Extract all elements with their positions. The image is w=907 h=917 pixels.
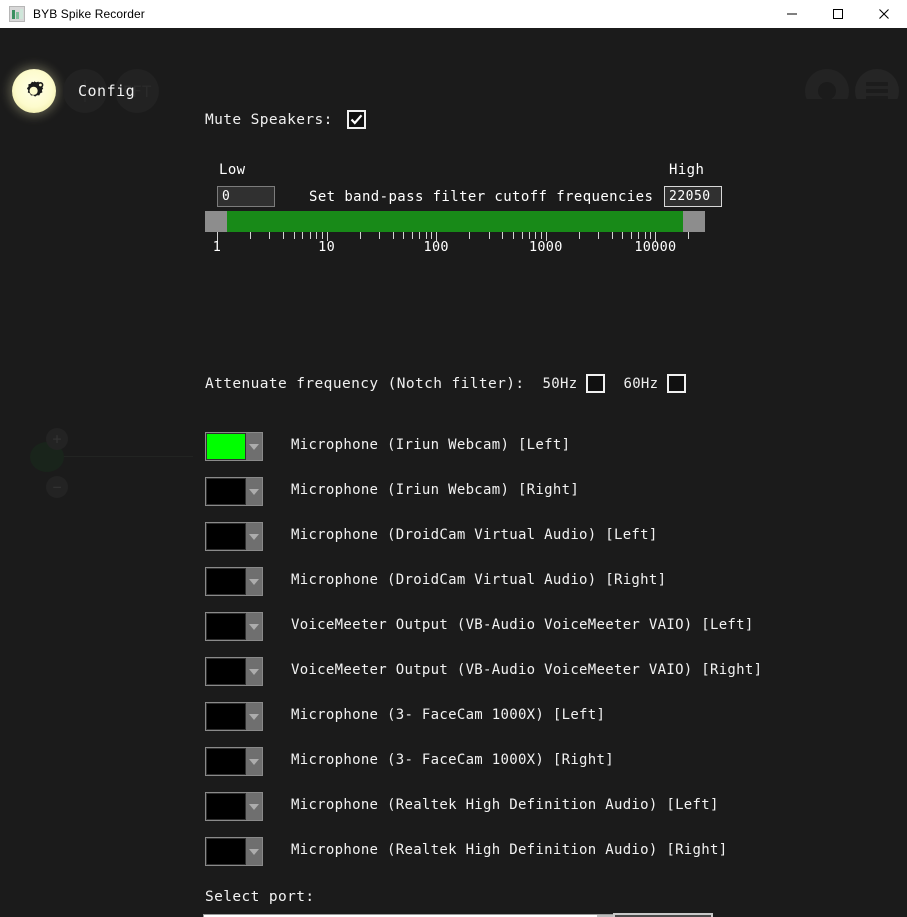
page-title: Config xyxy=(78,82,136,100)
device-color-swatch xyxy=(206,568,246,595)
window-title-bar: BYB Spike Recorder xyxy=(0,0,907,28)
audio-device-row: Microphone (DroidCam Virtual Audio) [Rig… xyxy=(205,564,895,609)
device-color-swatch xyxy=(206,613,246,640)
minimize-icon xyxy=(787,13,797,15)
audio-device-row: Microphone (Iriun Webcam) [Left] xyxy=(205,429,895,474)
high-caption: High xyxy=(669,162,705,178)
audio-device-row: VoiceMeeter Output (VB-Audio VoiceMeeter… xyxy=(205,609,895,654)
device-name-label: VoiceMeeter Output (VB-Audio VoiceMeeter… xyxy=(291,662,763,678)
application-window: BYB Spike Recorder FFT Config + − Mute S… xyxy=(0,0,907,917)
waveform-zoom-controls: + − xyxy=(20,420,290,498)
connect-button[interactable]: Connect xyxy=(613,913,713,917)
slider-handle-low[interactable] xyxy=(205,211,227,232)
device-color-select[interactable] xyxy=(205,702,263,731)
close-button[interactable] xyxy=(861,0,907,28)
chevron-down-icon[interactable] xyxy=(246,523,262,550)
maximize-icon xyxy=(833,9,843,19)
bandpass-slider[interactable] xyxy=(205,211,705,232)
check-icon xyxy=(350,114,363,125)
window-title: BYB Spike Recorder xyxy=(33,7,145,21)
device-name-label: Microphone (3- FaceCam 1000X) [Left] xyxy=(291,707,606,723)
mute-speakers-row: Mute Speakers: xyxy=(205,110,366,129)
slider-tick-label: 10000 xyxy=(634,239,677,255)
device-color-swatch xyxy=(206,433,246,460)
notch-filter-row: Attenuate frequency (Notch filter): 50Hz… xyxy=(205,374,687,393)
slider-tick-label: 1000 xyxy=(528,239,563,255)
slider-tick-label: 10 xyxy=(318,239,336,255)
notch-50hz-label: 50Hz xyxy=(542,375,578,392)
maximize-button[interactable] xyxy=(815,0,861,28)
chevron-down-icon[interactable] xyxy=(246,478,262,505)
device-color-select[interactable] xyxy=(205,567,263,596)
minimize-button[interactable] xyxy=(769,0,815,28)
top-toolbar: FFT Config xyxy=(0,28,907,113)
slider-tick-labels: 1 10 100 1000 10000 xyxy=(205,239,705,257)
device-name-label: VoiceMeeter Output (VB-Audio VoiceMeeter… xyxy=(291,617,754,633)
audio-device-row: Microphone (3- FaceCam 1000X) [Left] xyxy=(205,699,895,744)
mute-speakers-checkbox[interactable] xyxy=(346,110,366,129)
device-color-swatch xyxy=(206,478,246,505)
chevron-down-icon[interactable] xyxy=(246,748,262,775)
app-logo-icon xyxy=(9,6,25,22)
device-color-select[interactable] xyxy=(205,522,263,551)
device-name-label: Microphone (DroidCam Virtual Audio) [Lef… xyxy=(291,527,658,543)
config-button[interactable] xyxy=(12,69,56,113)
slider-handle-high[interactable] xyxy=(683,211,705,232)
notch-50hz-checkbox[interactable] xyxy=(586,374,606,393)
chevron-down-icon[interactable] xyxy=(246,658,262,685)
device-color-swatch xyxy=(206,703,246,730)
chevron-down-icon[interactable] xyxy=(246,613,262,640)
device-color-swatch xyxy=(206,793,246,820)
hamburger-menu-icon xyxy=(866,82,888,86)
low-cutoff-input[interactable]: 0 xyxy=(217,186,275,207)
device-name-label: Microphone (Iriun Webcam) [Left] xyxy=(291,437,571,453)
chevron-down-icon[interactable] xyxy=(246,793,262,820)
notch-60hz-label: 60Hz xyxy=(623,375,659,392)
select-port-label: Select port: xyxy=(205,889,315,905)
chevron-down-icon[interactable] xyxy=(246,703,262,730)
device-color-select[interactable] xyxy=(205,432,263,461)
slider-tick-label: 100 xyxy=(423,239,449,255)
zoom-in-button[interactable]: + xyxy=(46,428,68,450)
high-cutoff-input[interactable]: 22050 xyxy=(664,186,722,207)
audio-device-row: Microphone (Realtek High Definition Audi… xyxy=(205,789,895,834)
device-name-label: Microphone (DroidCam Virtual Audio) [Rig… xyxy=(291,572,667,588)
device-color-select[interactable] xyxy=(205,477,263,506)
device-name-label: Microphone (Iriun Webcam) [Right] xyxy=(291,482,580,498)
device-color-select[interactable] xyxy=(205,612,263,641)
slider-tick-label: 1 xyxy=(212,239,222,255)
chevron-down-icon[interactable] xyxy=(246,838,262,865)
device-color-swatch xyxy=(206,838,246,865)
record-icon xyxy=(818,82,836,100)
close-icon xyxy=(879,9,889,19)
device-color-select[interactable] xyxy=(205,747,263,776)
audio-device-row: Microphone (DroidCam Virtual Audio) [Lef… xyxy=(205,519,895,564)
low-caption: Low xyxy=(219,162,246,178)
window-controls xyxy=(769,0,907,28)
audio-device-row: Microphone (Iriun Webcam) [Right] xyxy=(205,474,895,519)
chevron-down-icon[interactable] xyxy=(246,568,262,595)
audio-device-row: Microphone (3- FaceCam 1000X) [Right] xyxy=(205,744,895,789)
device-name-label: Microphone (3- FaceCam 1000X) [Right] xyxy=(291,752,614,768)
slider-fill xyxy=(227,211,683,232)
device-name-label: Microphone (Realtek High Definition Audi… xyxy=(291,842,728,858)
mute-speakers-label: Mute Speakers: xyxy=(205,111,333,128)
device-color-select[interactable] xyxy=(205,792,263,821)
device-color-select[interactable] xyxy=(205,657,263,686)
audio-device-row: Microphone (Realtek High Definition Audi… xyxy=(205,834,895,879)
zoom-out-button[interactable]: − xyxy=(46,476,68,498)
device-color-swatch xyxy=(206,748,246,775)
chevron-down-icon[interactable] xyxy=(246,433,262,460)
gear-icon xyxy=(26,81,44,97)
notch-filter-label: Attenuate frequency (Notch filter): xyxy=(205,375,525,392)
notch-60hz-checkbox[interactable] xyxy=(667,374,687,393)
audio-device-row: VoiceMeeter Output (VB-Audio VoiceMeeter… xyxy=(205,654,895,699)
config-panel: Mute Speakers: Low High 0 Set band-pass … xyxy=(193,99,907,917)
device-name-label: Microphone (Realtek High Definition Audi… xyxy=(291,797,719,813)
device-color-select[interactable] xyxy=(205,837,263,866)
device-color-swatch xyxy=(206,658,246,685)
device-color-swatch xyxy=(206,523,246,550)
audio-device-list: Microphone (Iriun Webcam) [Left] Micropho… xyxy=(205,429,895,879)
bandpass-title: Set band-pass filter cutoff frequencies xyxy=(309,189,654,205)
